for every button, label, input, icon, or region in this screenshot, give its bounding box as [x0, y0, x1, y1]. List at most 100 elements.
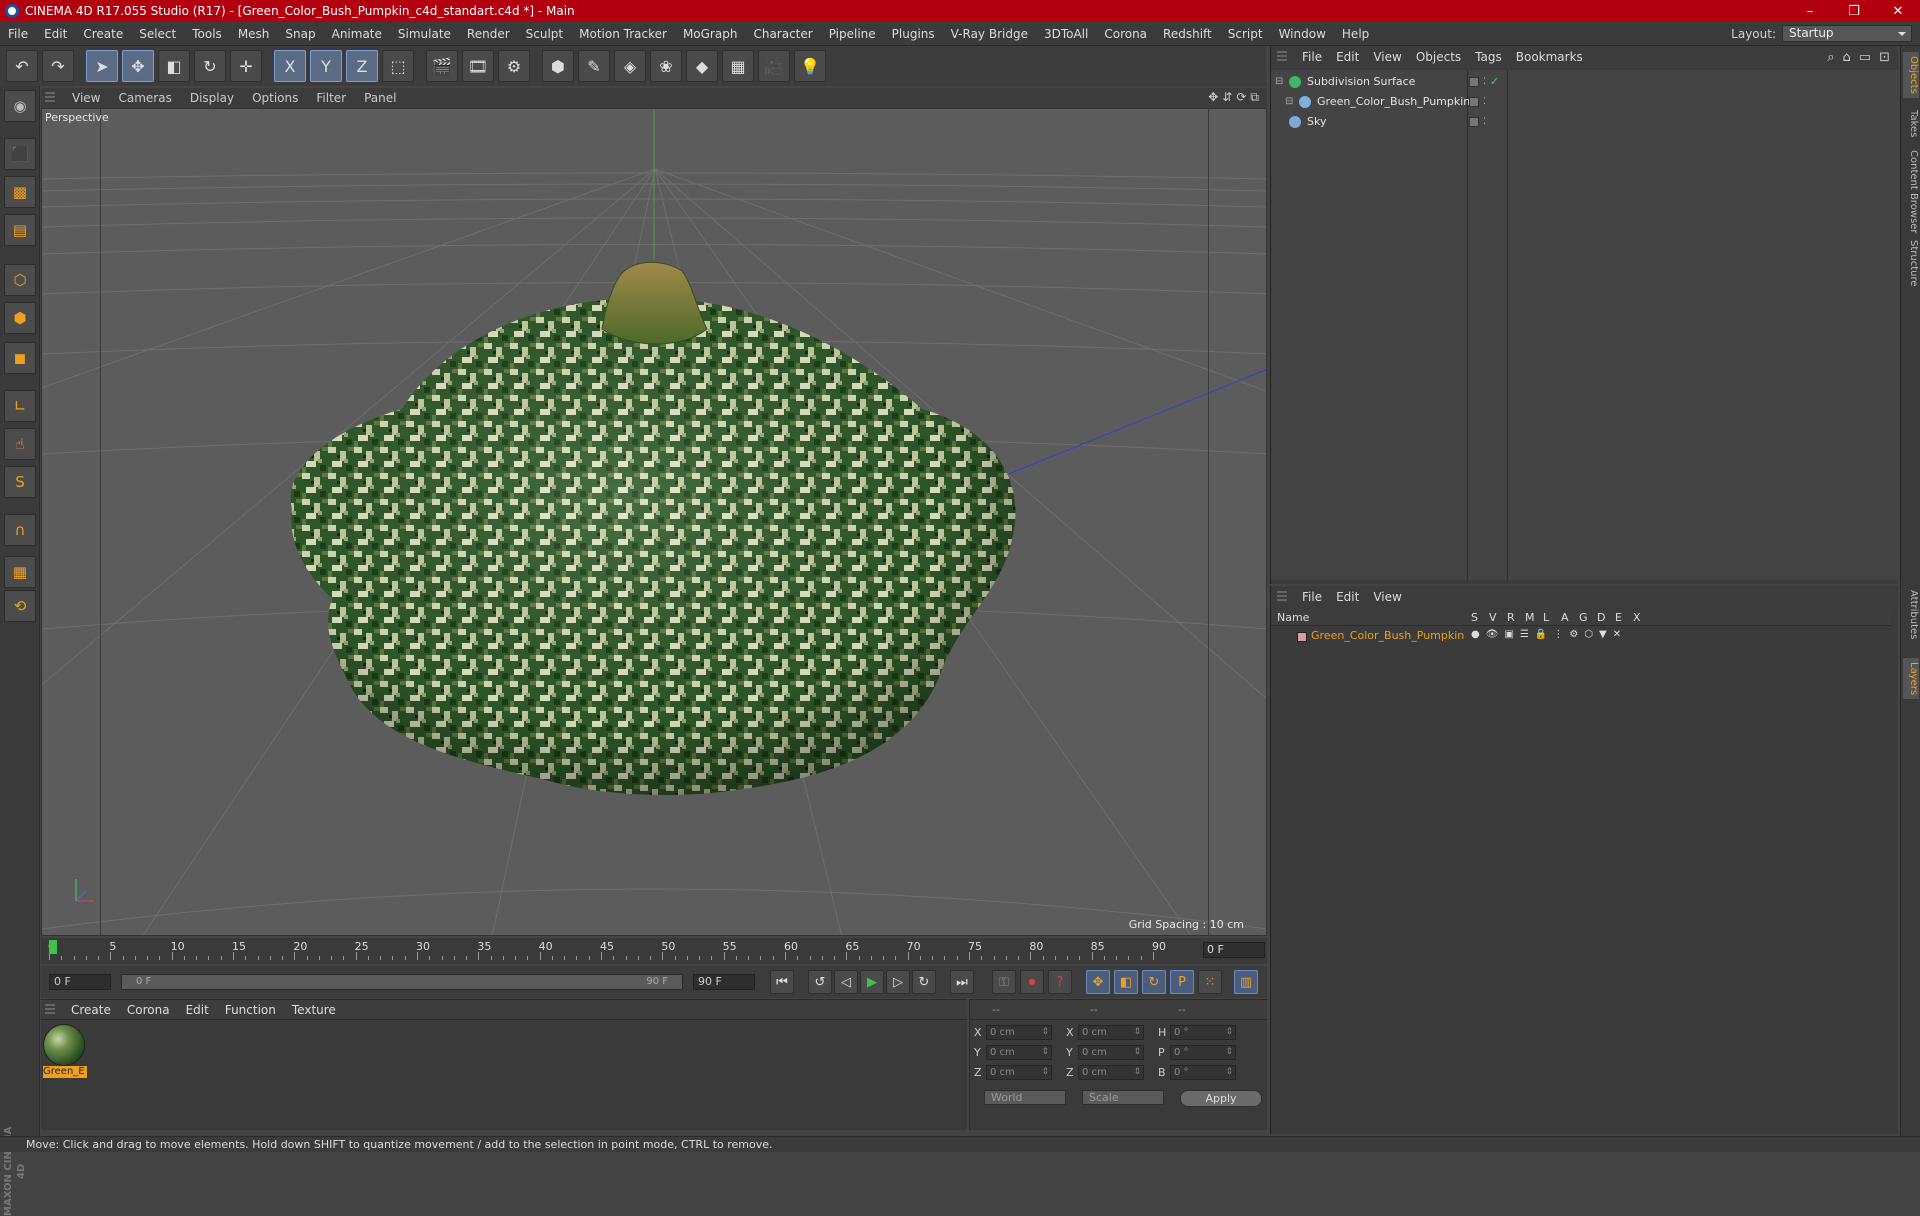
floor-icon[interactable]: ▦	[722, 50, 754, 82]
menu-file[interactable]: File	[0, 27, 36, 41]
end-frame-field[interactable]: 90 F	[693, 974, 755, 990]
material-menu-edit[interactable]: Edit	[178, 1003, 217, 1017]
x-axis-icon[interactable]: X	[274, 50, 306, 82]
object-menu-edit[interactable]: Edit	[1329, 50, 1366, 64]
coord-value-field[interactable]: 0 cm	[1078, 1064, 1144, 1080]
coord-value-field[interactable]: 0 cm	[1078, 1044, 1144, 1060]
cube-icon[interactable]: ⬢	[542, 50, 574, 82]
dolly-icon[interactable]: ⇵	[1222, 90, 1232, 105]
layer-name[interactable]: Green_Color_Bush_Pumpkin	[1311, 629, 1464, 642]
viewport-menu-panel[interactable]: Panel	[355, 91, 405, 105]
menu-snap[interactable]: Snap	[277, 27, 323, 41]
coord-value-field[interactable]: 0 cm	[986, 1044, 1052, 1060]
layer-column-m[interactable]: M	[1525, 611, 1535, 624]
close-button[interactable]: ✕	[1876, 0, 1920, 22]
key-scale-icon[interactable]: ◧	[1114, 970, 1138, 994]
home-icon[interactable]: ⌂	[1843, 50, 1851, 65]
viewport-menu-display[interactable]: Display	[181, 91, 243, 105]
current-frame-field[interactable]: 0 F	[1203, 942, 1265, 958]
key-parameter-icon[interactable]: P	[1170, 970, 1194, 994]
object-menu-bookmarks[interactable]: Bookmarks	[1509, 50, 1590, 64]
material-menu-create[interactable]: Create	[63, 1003, 119, 1017]
coord-value-field[interactable]: 0 °	[1170, 1024, 1236, 1040]
menu-sculpt[interactable]: Sculpt	[518, 27, 571, 41]
subdivision-icon[interactable]: ◈	[614, 50, 646, 82]
mograph-icon[interactable]: ❀	[650, 50, 682, 82]
menu-plugins[interactable]: Plugins	[884, 27, 943, 41]
axis-mode-icon[interactable]: ∟	[4, 390, 36, 422]
coordinate-system-icon[interactable]: ⬚	[382, 50, 414, 82]
rotate-icon[interactable]: ↻	[194, 50, 226, 82]
search-icon[interactable]: ⌕	[1827, 50, 1834, 65]
points-mode-icon[interactable]: ⬡	[4, 264, 36, 296]
edges-mode-icon[interactable]: ⬢	[4, 302, 36, 334]
model-mode-icon[interactable]: ◉	[4, 90, 36, 122]
coordinate-space-dropdown[interactable]: World	[984, 1090, 1066, 1105]
object-menu-view[interactable]: View	[1366, 50, 1408, 64]
coord-value-field[interactable]: 0 cm	[986, 1024, 1052, 1040]
side-tab-content-browser[interactable]: Content Browser	[1903, 146, 1919, 237]
timeline-ruler[interactable]: 051015202530354045505560657075808590 0 F	[41, 938, 1267, 964]
viewport-menu-filter[interactable]: Filter	[307, 91, 355, 105]
layer-column-r[interactable]: R	[1507, 611, 1515, 624]
maximize-button[interactable]: ❐	[1832, 0, 1876, 22]
object-menu-tags[interactable]: Tags	[1468, 50, 1509, 64]
menu-pipeline[interactable]: Pipeline	[821, 27, 884, 41]
object-row[interactable]: ⊟ Green_Color_Bush_Pumpkin ⁚	[1271, 92, 1891, 111]
layer-column-x[interactable]: X	[1633, 611, 1641, 624]
record-keys-icon[interactable]: ⚿	[992, 970, 1016, 994]
menu-help[interactable]: Help	[1334, 27, 1377, 41]
viewport-camera-label[interactable]: Perspective	[45, 111, 109, 124]
viewport-menu-view[interactable]: View	[63, 91, 109, 105]
menu-window[interactable]: Window	[1271, 27, 1334, 41]
apply-button[interactable]: Apply	[1180, 1090, 1262, 1107]
snap-icon[interactable]: ∩	[4, 514, 36, 546]
menu-tools[interactable]: Tools	[184, 27, 230, 41]
start-frame-field[interactable]: 0 F	[49, 974, 111, 990]
layer-icon[interactable]	[1469, 76, 1479, 87]
generator-flag-icon[interactable]: ⚙	[1569, 629, 1578, 640]
menu-simulate[interactable]: Simulate	[390, 27, 459, 41]
layer-icon[interactable]	[1469, 96, 1479, 107]
autokey-icon[interactable]: ⏺	[1020, 970, 1044, 994]
frame-range-slider[interactable]: 0 F 90 F	[121, 974, 683, 990]
deformer-flag-icon[interactable]: ⬡	[1584, 629, 1593, 640]
menu-3dtoall[interactable]: 3DToAll	[1036, 27, 1096, 41]
side-tab-objects[interactable]: Objects	[1903, 52, 1919, 98]
layer-menu-edit[interactable]: Edit	[1329, 590, 1366, 604]
workplane-lock-icon[interactable]: ⟲	[4, 590, 36, 622]
solo-flag-icon[interactable]: ●	[1471, 629, 1480, 640]
render-view-icon[interactable]: 🎬	[426, 50, 458, 82]
pan-icon[interactable]: ✥	[1208, 90, 1218, 105]
lock-flag-icon[interactable]: 🔒	[1535, 629, 1547, 640]
layer-column-g[interactable]: G	[1579, 611, 1588, 624]
menu-create[interactable]: Create	[75, 27, 131, 41]
layer-menu-file[interactable]: File	[1295, 590, 1329, 604]
camera-icon[interactable]: 🎥	[758, 50, 790, 82]
panel-grip-icon[interactable]	[45, 1003, 55, 1016]
xref-flag-icon[interactable]: ✕	[1613, 629, 1621, 640]
side-tab-layers[interactable]: Layers	[1903, 658, 1919, 700]
panel-grip-icon[interactable]	[45, 92, 55, 104]
menu-redshift[interactable]: Redshift	[1155, 27, 1220, 41]
render-settings-icon[interactable]: ⚙	[498, 50, 530, 82]
menu-motion-tracker[interactable]: Motion Tracker	[571, 27, 675, 41]
object-name[interactable]: Sky	[1307, 115, 1326, 128]
material-menu-texture[interactable]: Texture	[284, 1003, 344, 1017]
menu-v-ray-bridge[interactable]: V-Ray Bridge	[943, 27, 1036, 41]
layout-dropdown[interactable]: Startup	[1782, 25, 1912, 42]
prev-frame-icon[interactable]: ◁	[834, 970, 858, 994]
undo-icon[interactable]: ↶	[6, 50, 38, 82]
polygons-mode-icon[interactable]: ◼	[4, 342, 36, 374]
menu-mesh[interactable]: Mesh	[230, 27, 278, 41]
render-flag-icon[interactable]: ▣	[1504, 629, 1513, 640]
object-row[interactable]: Sky ⁚	[1271, 112, 1891, 131]
side-tab-attributes[interactable]: Attributes	[1903, 586, 1919, 643]
keyframe-selection-icon[interactable]: ?	[1048, 970, 1072, 994]
scale-icon[interactable]: ◧	[158, 50, 190, 82]
manager-flag-icon[interactable]: ☰	[1520, 629, 1529, 640]
pen-icon[interactable]: ✎	[578, 50, 610, 82]
key-pla-icon[interactable]: ⁙	[1198, 970, 1222, 994]
solo-icon[interactable]: S	[4, 466, 36, 498]
coordinate-mode-dropdown[interactable]: Scale	[1082, 1090, 1164, 1105]
